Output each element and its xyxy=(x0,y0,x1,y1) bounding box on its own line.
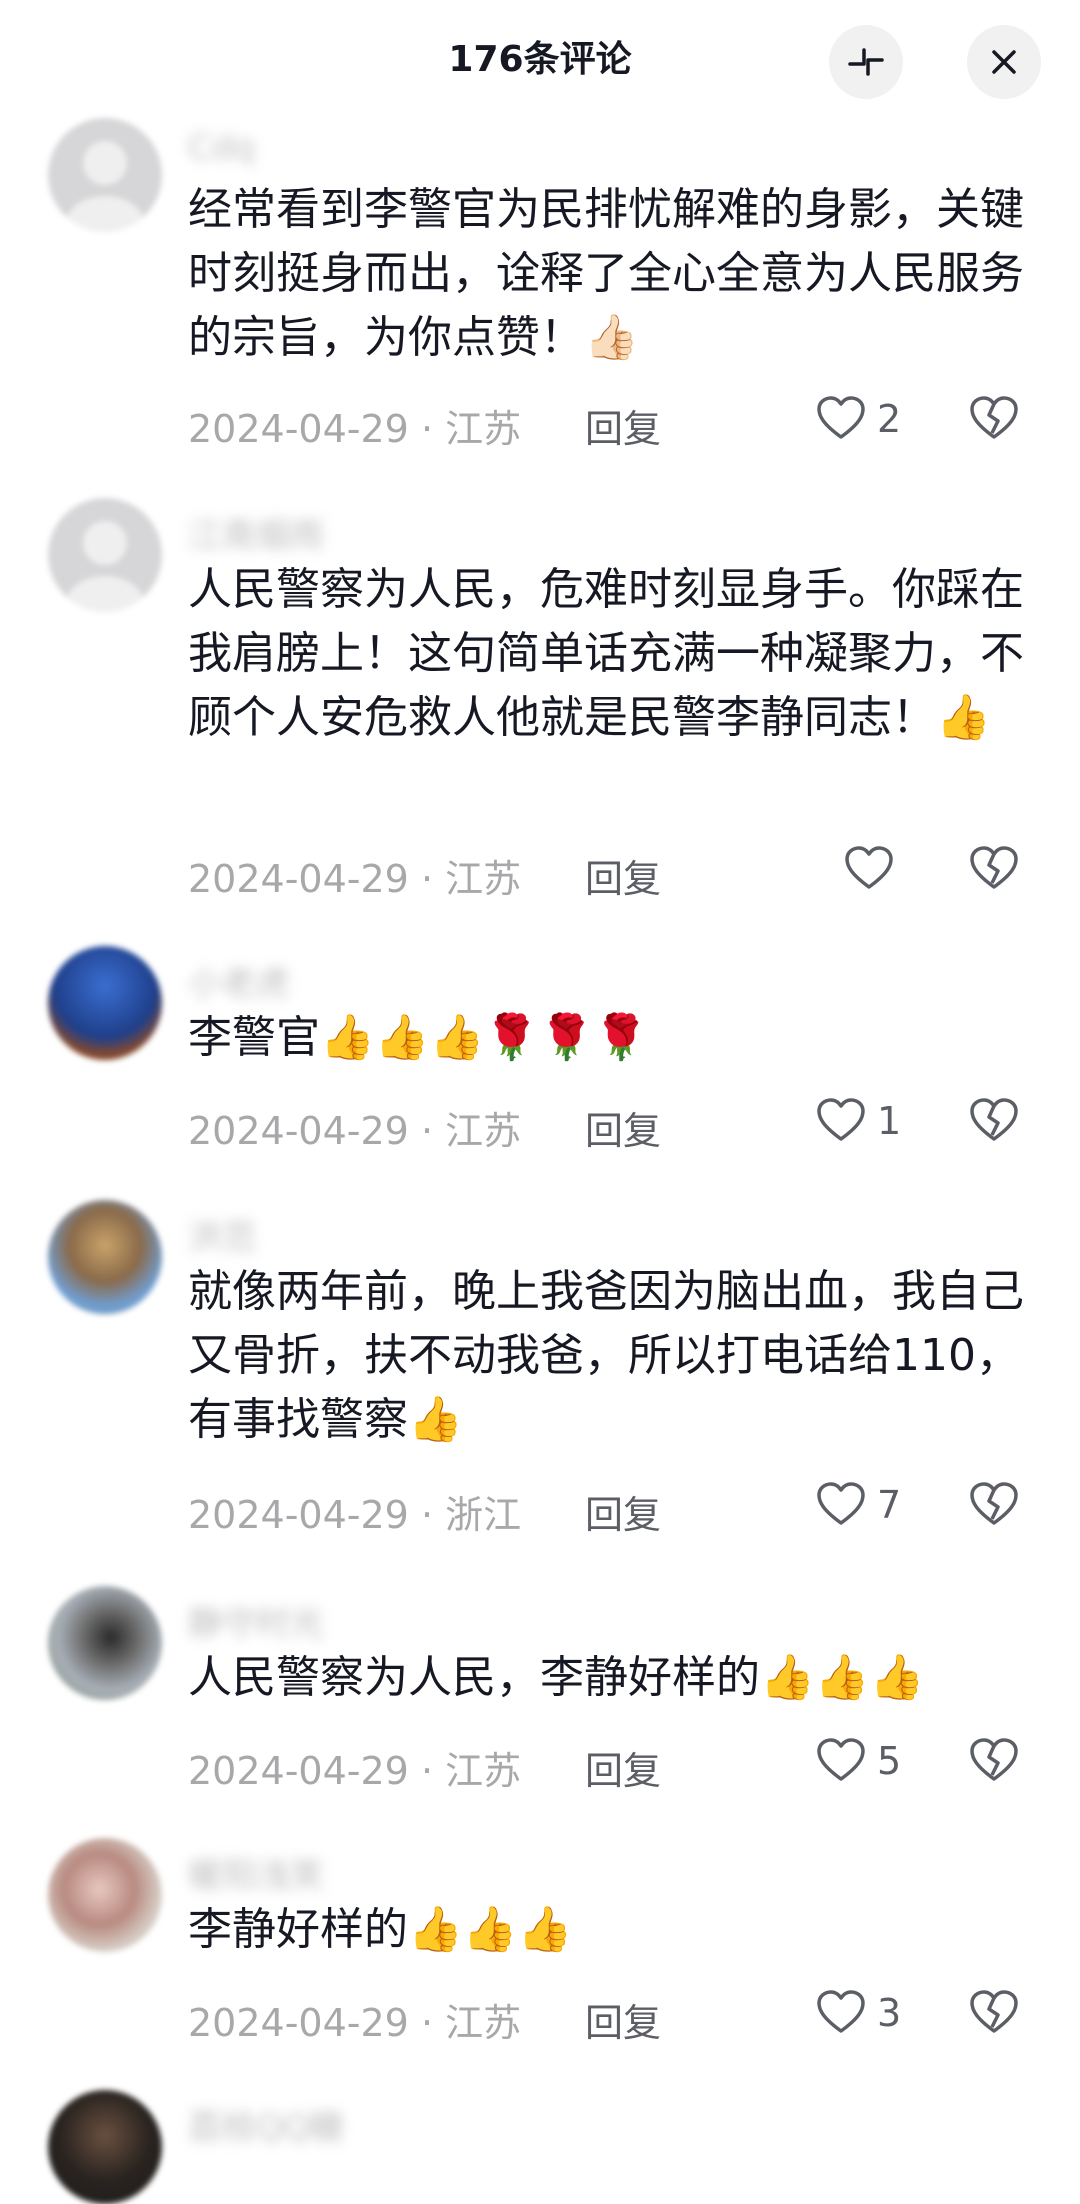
username[interactable]: 暖阳浅笑 xyxy=(188,1848,324,1897)
comment-location: 江苏 xyxy=(445,857,522,901)
comment-text: 人民警察为人民，李静好样的👍👍👍 xyxy=(188,1652,925,1703)
reply-button[interactable]: 回复 xyxy=(585,398,661,453)
like-button[interactable]: 5 xyxy=(815,1735,901,1787)
reply-button[interactable]: 回复 xyxy=(585,1992,661,2047)
username[interactable]: 荔枝QQ糖 xyxy=(188,2100,344,2149)
comments-header: 176条评论 xyxy=(0,0,1080,120)
like-button[interactable]: 3 xyxy=(815,1987,901,2039)
comment-text: 李静好样的👍👍👍 xyxy=(188,1904,573,1955)
dislike-button[interactable] xyxy=(968,1095,1020,1151)
comment-location: 浙江 xyxy=(445,1493,522,1537)
like-count: 5 xyxy=(877,1739,902,1783)
comment-location: 江苏 xyxy=(445,1749,522,1793)
collapse-icon xyxy=(848,48,884,76)
comment-location: 江苏 xyxy=(445,1109,522,1153)
comment-meta: 2024-04-29 · 江苏 xyxy=(188,1109,522,1153)
heart-icon xyxy=(817,1990,865,2033)
collapse-button[interactable] xyxy=(829,25,903,99)
comment-location: 江苏 xyxy=(445,2001,522,2045)
like-count: 3 xyxy=(877,1991,902,2035)
comment-meta: 2024-04-29 · 江苏 xyxy=(188,2001,522,2045)
username[interactable]: 洪范 xyxy=(188,1210,256,1259)
username[interactable]: 静守时光 xyxy=(188,1596,324,1645)
reply-button[interactable]: 回复 xyxy=(585,848,661,903)
broken-heart-icon xyxy=(970,1098,1018,1141)
heart-icon xyxy=(817,1738,865,1781)
dislike-button[interactable] xyxy=(968,1479,1020,1535)
avatar[interactable] xyxy=(48,118,162,232)
avatar[interactable] xyxy=(48,1200,162,1314)
comment-location: 江苏 xyxy=(445,407,522,451)
close-icon xyxy=(992,50,1016,74)
username[interactable]: 小老虎 xyxy=(188,956,290,1005)
comment-meta: 2024-04-29 · 江苏 xyxy=(188,407,522,451)
comment-date: 2024-04-29 xyxy=(188,2001,409,2045)
like-button[interactable] xyxy=(843,843,905,895)
like-count: 7 xyxy=(877,1483,902,1527)
dislike-button[interactable] xyxy=(968,393,1020,449)
dislike-button[interactable] xyxy=(968,1987,1020,2043)
comment-date: 2024-04-29 xyxy=(188,1749,409,1793)
broken-heart-icon xyxy=(970,396,1018,439)
username[interactable]: Cdq xyxy=(188,128,255,168)
broken-heart-icon xyxy=(970,1990,1018,2033)
comment-date: 2024-04-29 xyxy=(188,857,409,901)
comment-text: 经常看到李警官为民排忧解难的身影，关键时刻挺身而出，诠释了全心全意为人民服务的宗… xyxy=(188,184,1024,363)
like-count: 2 xyxy=(877,397,902,441)
comment-text: 李警官👍👍👍🌹🌹🌹 xyxy=(188,1012,649,1063)
like-button[interactable]: 7 xyxy=(815,1479,901,1531)
comment-date: 2024-04-29 xyxy=(188,1493,409,1537)
heart-icon xyxy=(817,396,865,439)
broken-heart-icon xyxy=(970,1738,1018,1781)
reply-button[interactable]: 回复 xyxy=(585,1100,661,1155)
comment-date: 2024-04-29 xyxy=(188,1109,409,1153)
comment-count-title: 176条评论 xyxy=(448,39,632,80)
comment-date: 2024-04-29 xyxy=(188,407,409,451)
dislike-button[interactable] xyxy=(968,843,1020,899)
avatar[interactable] xyxy=(48,2090,162,2204)
like-button[interactable]: 2 xyxy=(815,393,901,445)
reply-button[interactable]: 回复 xyxy=(585,1484,661,1539)
like-count: 1 xyxy=(877,1099,902,1143)
broken-heart-icon xyxy=(970,1482,1018,1525)
dislike-button[interactable] xyxy=(968,1735,1020,1791)
like-button[interactable]: 1 xyxy=(815,1095,901,1147)
comment-text: 人民警察为人民，危难时刻显身手。你踩在我肩膀上！这句简单话充满一种凝聚力，不顾个… xyxy=(188,564,1024,743)
heart-icon xyxy=(817,1098,865,1141)
broken-heart-icon xyxy=(970,846,1018,889)
comment-meta: 2024-04-29 · 江苏 xyxy=(188,1749,522,1793)
avatar[interactable] xyxy=(48,946,162,1060)
heart-icon xyxy=(845,846,893,889)
avatar[interactable] xyxy=(48,1838,162,1952)
comment-meta: 2024-04-29 · 浙江 xyxy=(188,1493,522,1537)
reply-button[interactable]: 回复 xyxy=(585,1740,661,1795)
heart-icon xyxy=(817,1482,865,1525)
comment-text: 就像两年前，晚上我爸因为脑出血，我自己又骨折，扶不动我爸，所以打电话给110，有… xyxy=(188,1266,1024,1445)
avatar[interactable] xyxy=(48,1586,162,1700)
close-button[interactable] xyxy=(967,25,1041,99)
username[interactable]: 江南烟雨 xyxy=(188,508,324,557)
comment-meta: 2024-04-29 · 江苏 xyxy=(188,857,522,901)
avatar[interactable] xyxy=(48,498,162,612)
